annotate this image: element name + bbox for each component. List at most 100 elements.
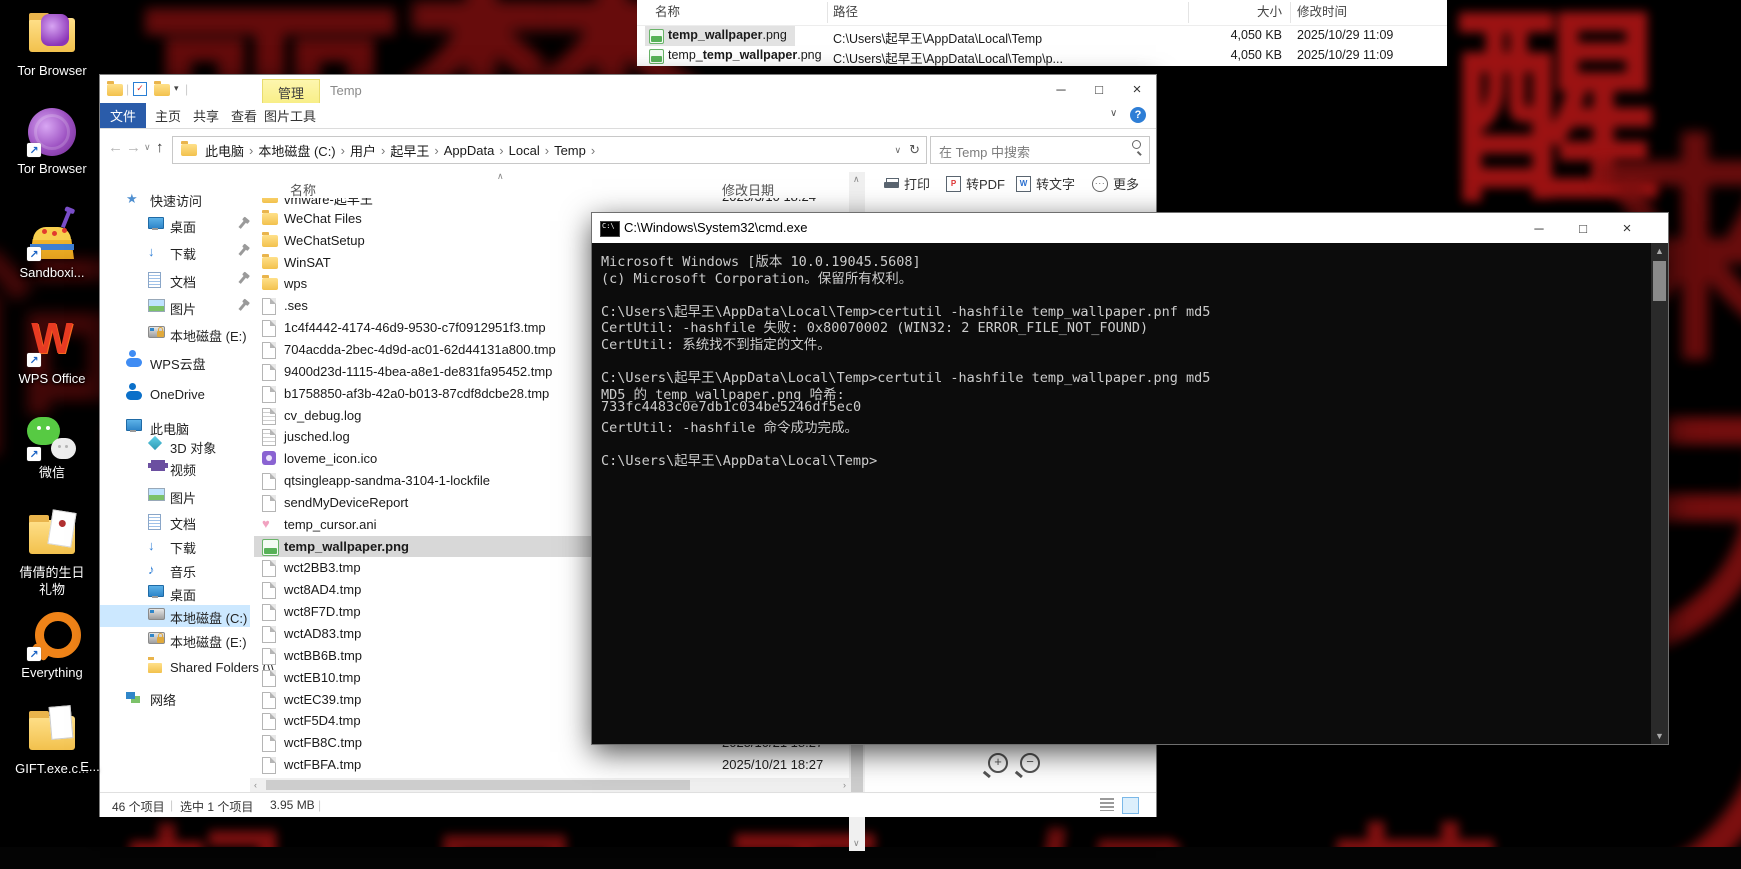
search-icon[interactable] [1132, 140, 1142, 156]
file-name[interactable]: wct8AD4.tmp [284, 582, 361, 597]
file-name[interactable]: wctAD83.tmp [284, 626, 361, 641]
minimize-button[interactable]: ─ [1520, 215, 1558, 241]
desktop-icon-wps-office[interactable]: W ↗ WPS Office [0, 314, 104, 386]
file-name[interactable]: WeChat Files [284, 211, 362, 226]
maximize-button[interactable]: □ [1564, 215, 1602, 241]
breadcrumb-item[interactable]: 本地磁盘 (C:) [258, 141, 335, 160]
file-name[interactable]: temp_cursor.ani [284, 517, 377, 532]
back-icon[interactable]: ← [108, 139, 123, 156]
file-name[interactable]: .ses [284, 298, 308, 313]
address-dropdown-icon[interactable]: ∨ [895, 145, 902, 156]
qat-check-icon[interactable]: ✓ [133, 82, 147, 96]
sidebar-item-图片[interactable]: 图片 [100, 485, 250, 507]
desktop-icon-tor-browser[interactable]: ↗ Tor Browser [0, 106, 104, 176]
scroll-down-icon[interactable]: ∨ [853, 838, 860, 849]
forward-icon[interactable]: → [126, 139, 141, 156]
breadcrumb-item[interactable]: 起早王 [390, 141, 429, 160]
file-name[interactable]: wctEC39.tmp [284, 692, 361, 707]
scrollbar-thumb[interactable] [266, 780, 690, 790]
file-name[interactable]: temp_wallpaper.png [668, 28, 787, 42]
file-name[interactable]: wctFB8C.tmp [284, 735, 362, 750]
sidebar-item-视频[interactable]: 视频 [100, 457, 250, 479]
ribbon-tab-共享[interactable]: 共享 [188, 103, 224, 128]
close-button[interactable]: × [1608, 215, 1646, 241]
file-name[interactable]: temp_temp_wallpaper.png [668, 48, 822, 62]
close-button[interactable]: × [1118, 76, 1156, 102]
ribbon-tab-图片工具[interactable]: 图片工具 [262, 103, 318, 128]
zoom-out-icon[interactable]: − [1020, 753, 1040, 773]
sidebar-item-文档[interactable]: 文档 [100, 269, 250, 291]
file-name[interactable]: WeChatSetup [284, 233, 365, 248]
file-name[interactable]: vmware-起早王 [284, 198, 373, 208]
desktop-icon-tor-browser-folder[interactable]: Tor Browser [0, 8, 104, 78]
minimize-button[interactable]: ─ [1042, 76, 1080, 102]
column-header-modified[interactable]: 修改时间 [1297, 0, 1347, 25]
up-icon[interactable]: ↑ [156, 139, 164, 156]
ribbon-tab-主页[interactable]: 主页 [150, 103, 186, 128]
search-result-row[interactable]: temp_wallpaper.png C:\Users\起早王\AppData\L… [637, 26, 1447, 46]
sidebar-item-桌面[interactable]: 桌面 [100, 214, 250, 236]
sidebar-item-图片[interactable]: 图片 [100, 296, 250, 318]
file-name[interactable]: wct8F7D.tmp [284, 604, 361, 619]
sidebar-item-WPS云盘[interactable]: WPS云盘 [100, 351, 250, 373]
column-header-size[interactable]: 大小 [1117, 0, 1282, 25]
ribbon-tab-查看[interactable]: 查看 [226, 103, 262, 128]
breadcrumb-item[interactable]: Local [509, 143, 540, 158]
cmd-titlebar[interactable]: C:\ C:\Windows\System32\cmd.exe ─ □ × [592, 213, 1668, 243]
file-name[interactable]: loveme_icon.ico [284, 451, 377, 466]
file-name[interactable]: wctBB6B.tmp [284, 648, 362, 663]
sidebar-item-快速访问[interactable]: ★ 快速访问 [100, 188, 250, 210]
refresh-icon[interactable]: ↻ [909, 142, 920, 158]
thumbnail-view-icon[interactable] [1122, 797, 1139, 814]
help-icon[interactable]: ? [1130, 107, 1146, 123]
column-divider[interactable] [827, 2, 828, 23]
qat-folder-icon[interactable] [154, 81, 170, 96]
partially-hidden-icon-label[interactable]: E... [60, 758, 120, 775]
file-name[interactable]: wctFBFA.tmp [284, 757, 361, 772]
sort-ascending-icon[interactable]: ∧ [497, 171, 504, 182]
scrollbar-thumb[interactable] [1653, 261, 1666, 301]
wps-toolbar-to-pdf-button[interactable]: P 转PDF [946, 174, 1005, 193]
sidebar-item-本地磁盘 (E:)[interactable]: 本地磁盘 (E:) [100, 323, 250, 345]
wps-toolbar-print-button[interactable]: 打印 [884, 174, 930, 193]
file-name[interactable]: WinSAT [284, 255, 331, 270]
wps-toolbar-more-button[interactable]: ··· 更多 [1092, 174, 1139, 193]
ribbon-collapse-icon[interactable]: ∨ [1110, 108, 1117, 119]
sidebar-item-3D 对象[interactable]: 3D 对象 [100, 435, 250, 457]
sidebar-item-网络[interactable]: 网络 [100, 687, 250, 709]
column-header-modified[interactable]: 修改日期 [722, 180, 774, 199]
scroll-right-icon[interactable]: › [843, 780, 846, 790]
explorer-titlebar[interactable]: | ✓ ▾ | 管理 Temp ─ □ × [100, 75, 1156, 104]
cmd-scrollbar[interactable]: ▲ ▼ [1651, 243, 1668, 744]
file-row-vmware-起早王[interactable]: vmware-起早王 2025/3/10 18:24 [250, 198, 850, 207]
column-divider[interactable] [1290, 2, 1291, 23]
file-name[interactable]: jusched.log [284, 429, 350, 444]
column-divider[interactable] [1188, 2, 1189, 23]
breadcrumb-item[interactable]: AppData [444, 143, 495, 158]
wps-toolbar-to-text-button[interactable]: W 转文字 [1016, 174, 1075, 193]
sidebar-item-桌面[interactable]: 桌面 [100, 582, 250, 604]
desktop-icon-everything[interactable]: ↗ Everything [0, 610, 104, 680]
sidebar-item-OneDrive[interactable]: OneDrive [100, 384, 250, 406]
search-box[interactable]: 在 Temp 中搜索 [930, 136, 1150, 164]
file-name[interactable]: 704acdda-2bec-4d9d-ac01-62d44131a800.tmp [284, 342, 556, 357]
file-name[interactable]: wct2BB3.tmp [284, 560, 361, 575]
file-name[interactable]: cv_debug.log [284, 408, 361, 423]
file-name[interactable]: 1c4f4442-4174-46d9-9530-c7f0912951f3.tmp [284, 320, 546, 335]
sidebar-item-文档[interactable]: 文档 [100, 511, 250, 533]
breadcrumb-item[interactable]: 用户 [350, 141, 376, 160]
qat-dropdown-icon[interactable]: ▾ [174, 83, 179, 94]
sidebar-item-音乐[interactable]: ♪ 音乐 [100, 559, 250, 581]
column-header-name[interactable]: 名称 [655, 0, 680, 25]
file-row-wctFBFA.tmp[interactable]: wctFBFA.tmp 2025/10/21 18:27 [250, 754, 850, 775]
sidebar-item-本地磁盘 (E:)[interactable]: 本地磁盘 (E:) [100, 629, 250, 651]
column-header-name[interactable]: 名称 [290, 180, 316, 199]
desktop-icon-birthday-gift-folder[interactable]: 倩倩的生日 礼物 [0, 509, 104, 597]
sidebar-item-下载[interactable]: ↓ 下载 [100, 241, 250, 263]
scroll-up-icon[interactable]: ∧ [853, 174, 860, 185]
desktop-icon-wechat[interactable]: ↗ 微信 [0, 410, 104, 480]
file-name[interactable]: sendMyDeviceReport [284, 495, 408, 510]
sidebar-item-Shared Folders (\\[interactable]: Shared Folders (\\ [100, 657, 274, 679]
breadcrumb-item[interactable]: Temp [554, 143, 586, 158]
maximize-button[interactable]: □ [1080, 76, 1118, 102]
